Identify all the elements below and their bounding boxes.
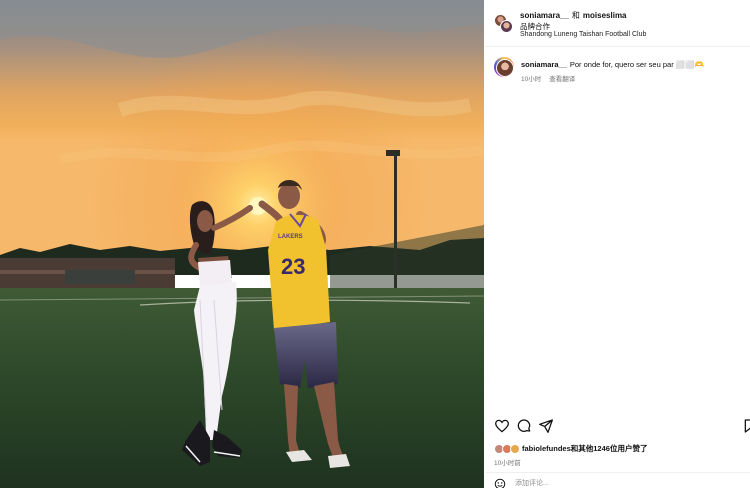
caption-author[interactable]: soniamara__ [521, 60, 567, 69]
coauthor-username[interactable]: moiseslima [583, 11, 627, 20]
collab-avatars[interactable] [494, 14, 513, 33]
likes-summary[interactable]: fabiolefundes和其他1246位用户赞了 [494, 443, 647, 455]
jersey-number: 23 [281, 254, 305, 279]
location-link[interactable]: Shandong Luneng Taishan Football Club [520, 31, 646, 38]
post-header: soniamara__ 和 moiseslima 品牌合作 Shandong Lun… [485, 0, 750, 47]
caption-text: Por onde for, quero ser seu par ⬜⬜🫶 [569, 60, 704, 69]
post-authors: soniamara__ 和 moiseslima [520, 10, 627, 21]
liker-avatar [510, 443, 520, 454]
bookmark-icon[interactable] [742, 418, 750, 434]
action-bar [485, 418, 750, 436]
comment-bubble-icon[interactable] [516, 418, 532, 434]
post-photo[interactable]: LAKERS 23 [0, 0, 484, 488]
caption-author-avatar[interactable] [494, 57, 514, 77]
paper-plane-icon[interactable] [538, 418, 554, 434]
see-translation-link[interactable]: 查看翻译 [549, 76, 575, 83]
caption-meta: 10小时 查看翻译 [521, 73, 583, 83]
sunset-couple-image: LAKERS 23 [0, 0, 484, 488]
instagram-post-viewer: LAKERS 23 soniamara__ 和 moiseslima 品牌合作 Sh… [0, 0, 750, 488]
caption: soniamara__ Por onde for, quero ser seu p… [521, 60, 704, 69]
coauthor-avatar[interactable] [500, 20, 513, 33]
comment-input[interactable] [515, 477, 715, 488]
post-time: 10小时前 [494, 460, 521, 467]
post-details-panel: soniamara__ 和 moiseslima 品牌合作 Shandong Lun… [485, 0, 750, 488]
author-connector: 和 [571, 11, 580, 20]
heart-icon[interactable] [494, 418, 510, 434]
author-username[interactable]: soniamara__ [520, 11, 569, 20]
likes-text[interactable]: fabiolefundes和其他1246位用户赞了 [522, 444, 647, 453]
jersey-text: LAKERS [278, 234, 303, 240]
liker-avatars [494, 443, 522, 454]
smiley-icon[interactable] [494, 478, 506, 488]
caption-time: 10小时 [521, 76, 542, 83]
comment-box [485, 472, 750, 488]
